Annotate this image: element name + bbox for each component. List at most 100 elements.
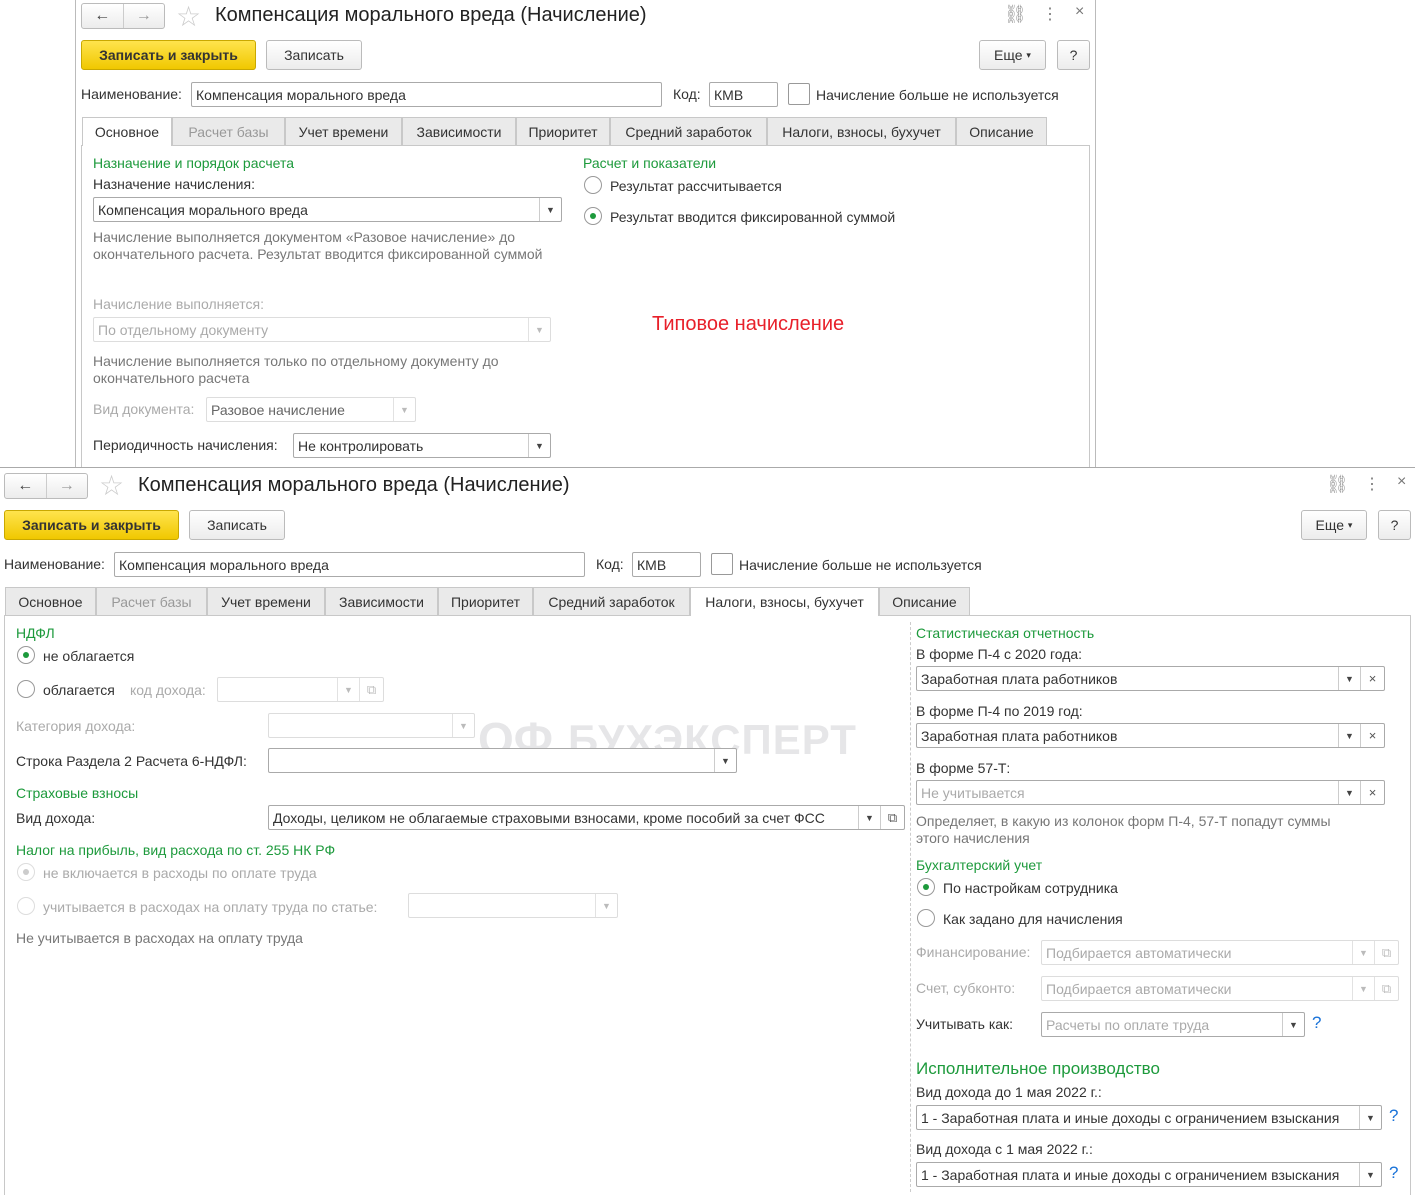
back-icon[interactable]: ← xyxy=(5,474,46,498)
radio-as-set-label: Как задано для начисления xyxy=(943,911,1123,927)
tab-description[interactable]: Описание xyxy=(956,117,1047,146)
name-input[interactable]: Компенсация морального вреда xyxy=(191,82,662,107)
open-icon: ⧉ xyxy=(359,678,383,701)
tab-main[interactable]: Основное xyxy=(5,587,96,616)
save-button[interactable]: Записать xyxy=(266,40,362,70)
code-input[interactable]: КМВ xyxy=(632,552,701,577)
save-close-button[interactable]: Записать и закрыть xyxy=(81,40,256,70)
clear-icon[interactable]: × xyxy=(1360,781,1384,804)
name-value: Компенсация морального вреда xyxy=(196,86,406,103)
open-icon: ⧉ xyxy=(1374,977,1398,1000)
before-select[interactable]: 1 - Заработная плата и иные доходы с огр… xyxy=(916,1105,1382,1130)
open-icon: ⧉ xyxy=(1374,941,1398,964)
menu-icon[interactable]: ⋮ xyxy=(1042,4,1058,24)
dropdown-icon[interactable]: ▼ xyxy=(1338,781,1360,804)
radio-included xyxy=(17,897,35,915)
f57-select[interactable]: Не учитывается ▼ × xyxy=(916,780,1385,805)
tab-average[interactable]: Средний заработок xyxy=(533,587,690,616)
radio-calculated[interactable] xyxy=(584,176,602,194)
p4-2020-select[interactable]: Заработная плата работников ▼ × xyxy=(916,666,1385,691)
forward-icon[interactable]: → xyxy=(45,474,88,498)
clear-icon[interactable]: × xyxy=(1360,724,1384,747)
tab-base[interactable]: Расчет базы xyxy=(172,117,285,146)
p4-2019-value: Заработная плата работников xyxy=(921,727,1118,744)
save-close-button[interactable]: Записать и закрыть xyxy=(4,510,179,540)
tab-time[interactable]: Учет времени xyxy=(207,587,325,616)
tab-dependencies[interactable]: Зависимости xyxy=(325,587,438,616)
dropdown-icon: ▼ xyxy=(1352,977,1374,1000)
chevron-down-icon: ▾ xyxy=(1026,49,1031,60)
income-category-label: Категория дохода: xyxy=(16,718,136,734)
expense-article-select: ▼ xyxy=(408,893,618,918)
p4-2019-select[interactable]: Заработная плата работников ▼ × xyxy=(916,723,1385,748)
dropdown-icon[interactable]: ▼ xyxy=(1282,1013,1304,1036)
menu-icon[interactable]: ⋮ xyxy=(1364,474,1380,494)
tab-priority[interactable]: Приоритет xyxy=(438,587,533,616)
dropdown-icon[interactable]: ▼ xyxy=(1338,667,1360,690)
dropdown-icon[interactable]: ▼ xyxy=(858,806,880,829)
period-select[interactable]: Не контролировать ▼ xyxy=(293,433,551,458)
help-button[interactable]: ? xyxy=(1378,510,1411,540)
more-label: Еще xyxy=(1315,517,1345,533)
period-value: Не контролировать xyxy=(298,437,424,454)
link-icon[interactable]: ⛓ xyxy=(1326,474,1349,495)
unused-label: Начисление больше не используется xyxy=(739,557,982,573)
purpose-select[interactable]: Компенсация морального вреда ▼ xyxy=(93,197,562,222)
radio-not-taxed[interactable] xyxy=(17,646,35,664)
row6-select[interactable]: ▼ xyxy=(268,748,737,773)
open-icon[interactable]: ⧉ xyxy=(880,806,904,829)
tab-average[interactable]: Средний заработок xyxy=(610,117,767,146)
help-button[interactable]: ? xyxy=(1057,40,1090,70)
unused-checkbox[interactable] xyxy=(788,83,810,105)
radio-fixed-label: Результат вводится фиксированной суммой xyxy=(610,209,896,225)
code-value: КМВ xyxy=(637,556,667,573)
doc-label: Вид документа: xyxy=(93,401,195,417)
income-kind-select[interactable]: Доходы, целиком не облагаемые страховыми… xyxy=(268,805,905,830)
dropdown-icon[interactable]: ▼ xyxy=(1338,724,1360,747)
help-icon[interactable]: ? xyxy=(1312,1013,1321,1033)
back-icon[interactable]: ← xyxy=(82,4,123,28)
radio-as-set[interactable] xyxy=(917,909,935,927)
section-insurance: Страховые взносы xyxy=(16,785,139,801)
account-as-select[interactable]: Расчеты по оплате труда ▼ xyxy=(1041,1012,1305,1037)
doc-value: Разовое начисление xyxy=(211,401,345,418)
help-icon[interactable]: ? xyxy=(1389,1163,1398,1183)
forward-icon[interactable]: → xyxy=(122,4,165,28)
name-value: Компенсация морального вреда xyxy=(119,556,329,573)
dropdown-icon[interactable]: ▼ xyxy=(539,198,561,221)
name-input[interactable]: Компенсация морального вреда xyxy=(114,552,585,577)
radio-by-employee-label: По настройкам сотрудника xyxy=(943,880,1118,896)
code-input[interactable]: КМВ xyxy=(709,82,778,107)
after-select[interactable]: 1 - Заработная плата и иные доходы с огр… xyxy=(916,1162,1382,1187)
tab-base[interactable]: Расчет базы xyxy=(96,587,207,616)
radio-taxed[interactable] xyxy=(17,680,35,698)
tab-description[interactable]: Описание xyxy=(879,587,970,616)
dropdown-icon[interactable]: ▼ xyxy=(714,749,736,772)
radio-fixed[interactable] xyxy=(584,207,602,225)
tab-priority[interactable]: Приоритет xyxy=(516,117,610,146)
tab-taxes[interactable]: Налоги, взносы, бухучет xyxy=(690,587,879,616)
unused-checkbox[interactable] xyxy=(711,553,733,575)
p4-2020-label: В форме П-4 с 2020 года: xyxy=(916,646,1083,662)
tab-dependencies[interactable]: Зависимости xyxy=(402,117,516,146)
radio-by-employee[interactable] xyxy=(917,878,935,896)
dropdown-icon[interactable]: ▼ xyxy=(528,434,550,457)
tab-main[interactable]: Основное xyxy=(82,117,172,146)
clear-icon[interactable]: × xyxy=(1360,667,1384,690)
close-icon[interactable]: × xyxy=(1397,473,1406,491)
help-icon[interactable]: ? xyxy=(1389,1106,1398,1126)
chevron-down-icon: ▾ xyxy=(1347,519,1353,530)
more-button[interactable]: Еще ▾ xyxy=(979,40,1046,70)
dropdown-icon[interactable]: ▼ xyxy=(1359,1163,1381,1186)
more-button[interactable]: Еще ▾ xyxy=(1301,510,1367,540)
dropdown-icon[interactable]: ▼ xyxy=(1359,1106,1381,1129)
star-icon[interactable]: ☆ xyxy=(176,0,201,33)
link-icon[interactable]: ⛓ xyxy=(1004,4,1027,25)
save-button[interactable]: Записать xyxy=(189,510,285,540)
dropdown-icon: ▼ xyxy=(595,894,617,917)
tab-taxes[interactable]: Налоги, взносы, бухучет xyxy=(767,117,956,146)
financing-value: Подбирается автоматически xyxy=(1046,944,1232,961)
close-icon[interactable]: × xyxy=(1075,3,1084,21)
tab-time[interactable]: Учет времени xyxy=(285,117,402,146)
star-icon[interactable]: ☆ xyxy=(99,469,124,502)
